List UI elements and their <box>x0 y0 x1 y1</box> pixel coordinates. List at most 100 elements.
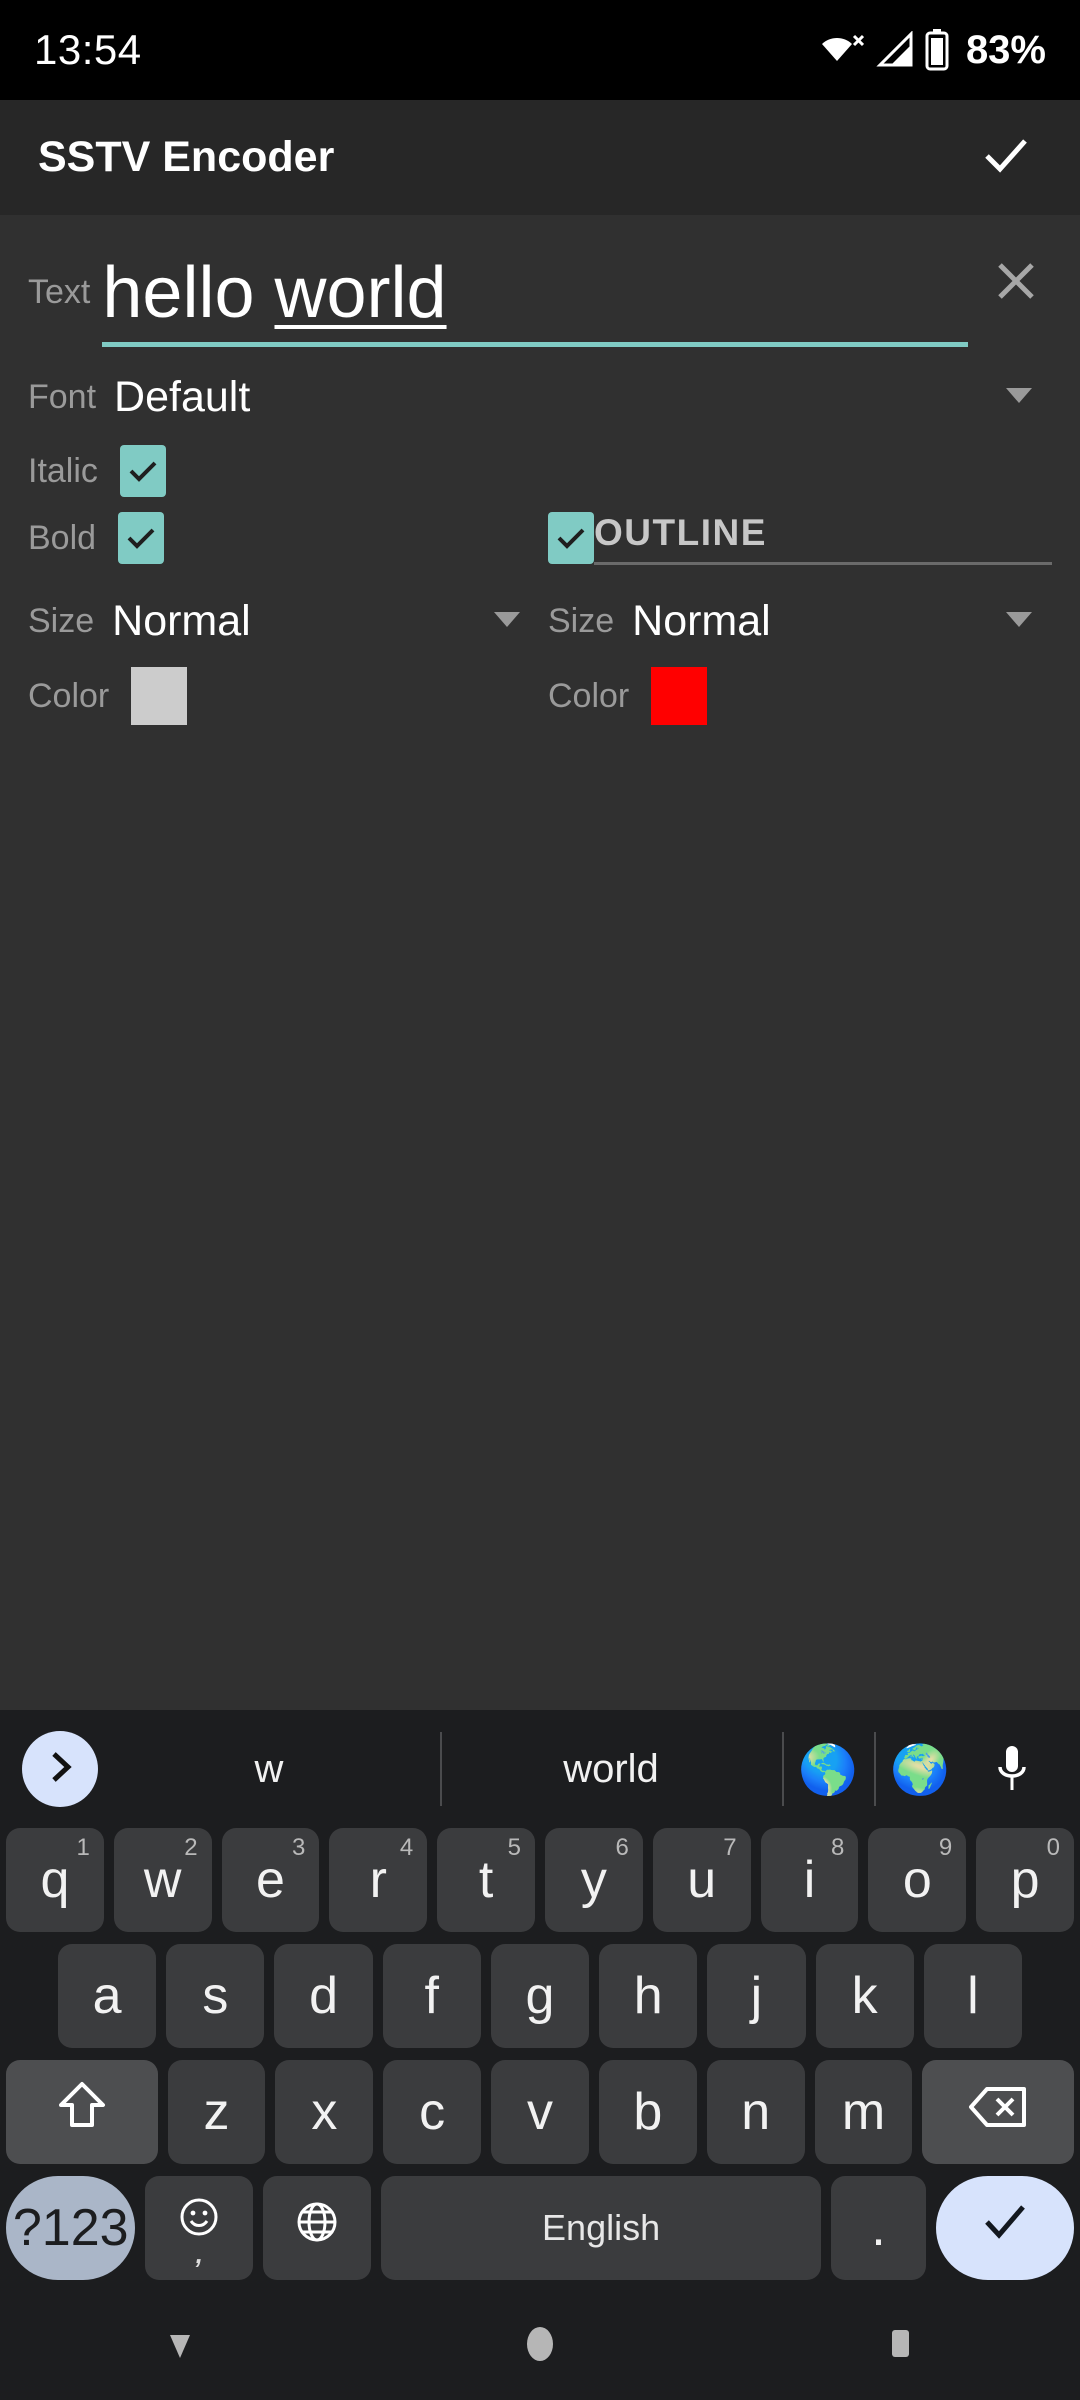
chevron-down-icon <box>1004 609 1034 634</box>
status-icons: 83% <box>818 28 1046 73</box>
key-m[interactable]: m <box>814 2060 913 2164</box>
key-p[interactable]: 0p <box>976 1828 1074 1932</box>
key-x[interactable]: x <box>275 2060 374 2164</box>
size-row: Size Normal Size Normal <box>28 575 1052 649</box>
clear-text-button[interactable] <box>980 247 1052 319</box>
system-nav-bar <box>0 2292 1080 2400</box>
phone-screen: 13:54 83% SSTV Encoder Text hello world … <box>0 0 1080 2400</box>
square-icon <box>878 2322 922 2371</box>
key-label: t <box>478 1851 494 1909</box>
key-b[interactable]: b <box>598 2060 697 2164</box>
key-d[interactable]: d <box>274 1944 373 2048</box>
italic-label: Italic <box>28 452 98 490</box>
key-k[interactable]: k <box>815 1944 914 2048</box>
outline-color-label: Color <box>548 677 630 715</box>
on-screen-keyboard: w world 🌎 🌍 1q 2w 3e 4r 5t 6 y 7 u 8 i 9… <box>0 1710 1080 2292</box>
numeric-mode-key[interactable]: ?123 <box>6 2176 136 2280</box>
key-q[interactable]: 1q <box>6 1828 104 1932</box>
key-g[interactable]: g <box>490 1944 590 2048</box>
comma-sub-label: , <box>195 2239 203 2269</box>
enter-key[interactable] <box>935 2176 1074 2280</box>
text-input-plain: hello <box>102 256 275 334</box>
outline-title: OUTLINE <box>594 512 1052 565</box>
text-color-swatch[interactable] <box>131 667 188 725</box>
key-alt-label: 0 <box>1046 1834 1060 1861</box>
bold-label: Bold <box>28 519 97 557</box>
globe-americas-emoji[interactable]: 🌎 <box>782 1710 874 1828</box>
text-size-cell: Size Normal <box>28 597 540 646</box>
confirm-button[interactable] <box>970 122 1042 194</box>
key-s[interactable]: s <box>166 1944 265 2048</box>
backspace-key[interactable] <box>922 2060 1075 2164</box>
key-n[interactable]: n <box>706 2060 805 2164</box>
period-key[interactable]: . <box>831 2176 926 2280</box>
key-f[interactable]: f <box>382 1944 481 2048</box>
outline-checkbox[interactable] <box>548 512 594 564</box>
page-title: SSTV Encoder <box>38 133 335 181</box>
keyboard-row-2: a s d f g h j k l <box>0 1944 1080 2048</box>
text-input[interactable]: hello world <box>102 256 968 353</box>
key-y[interactable]: 6y <box>545 1828 643 1932</box>
outline-color-swatch[interactable] <box>651 667 708 725</box>
nav-home-button[interactable] <box>470 2292 610 2400</box>
nav-recents-button[interactable] <box>830 2292 970 2400</box>
close-icon <box>992 257 1040 310</box>
bold-row: Bold OUTLINE <box>28 501 1052 575</box>
shift-icon <box>57 2079 107 2146</box>
key-alt-label: 1 <box>76 1834 90 1861</box>
font-row: Font Default <box>28 353 1052 427</box>
language-switch-key[interactable] <box>263 2176 372 2280</box>
key-h[interactable]: h <box>599 1944 698 2048</box>
text-color-cell: Color <box>28 667 540 725</box>
backspace-icon <box>968 2082 1028 2142</box>
text-size-value: Normal <box>112 596 251 645</box>
suggestion-bar-icons: 🌎 🌍 <box>782 1710 1058 1828</box>
key-c[interactable]: c <box>383 2060 482 2164</box>
key-t[interactable]: 5t <box>437 1828 535 1932</box>
key-v[interactable]: v <box>491 2060 589 2164</box>
key-e[interactable]: 3e <box>221 1828 320 1932</box>
nav-back-button[interactable] <box>110 2292 250 2400</box>
key-w[interactable]: 2w <box>113 1828 212 1932</box>
suggestion-list: w world <box>98 1710 782 1828</box>
bold-checkbox[interactable] <box>118 512 165 564</box>
text-color-label: Color <box>28 677 110 715</box>
outline-size-cell: Size Normal <box>540 597 1052 646</box>
key-j[interactable]: j <box>707 1944 806 2048</box>
outline-title-wrap: OUTLINE <box>594 512 1052 565</box>
key-label: w <box>143 1851 182 1909</box>
key-alt-label: 3 <box>292 1834 306 1861</box>
text-size-spinner[interactable]: Normal <box>94 597 540 646</box>
triangle-down-icon <box>158 2322 202 2371</box>
key-label: o <box>902 1851 932 1909</box>
emoji-key[interactable]: , <box>145 2176 254 2280</box>
key-alt-label: 8 <box>831 1834 845 1861</box>
key-l[interactable]: l <box>923 1944 1022 2048</box>
italic-checkbox[interactable] <box>119 445 166 497</box>
outline-size-label: Size <box>548 602 615 640</box>
microphone-icon[interactable] <box>966 1710 1058 1828</box>
shift-key[interactable] <box>5 2060 158 2164</box>
key-o[interactable]: 9o <box>868 1828 967 1932</box>
globe-africa-emoji[interactable]: 🌍 <box>874 1710 966 1828</box>
key-u[interactable]: 7u <box>652 1828 751 1932</box>
suggestion-chip[interactable]: world <box>440 1710 782 1828</box>
key-i[interactable]: 8i <box>760 1828 859 1932</box>
bold-cell: Bold <box>28 512 540 564</box>
globe-icon <box>294 2198 340 2258</box>
suggestion-chip[interactable]: w <box>98 1710 440 1828</box>
cellular-signal-icon <box>875 31 913 69</box>
key-label: q <box>40 1851 70 1909</box>
text-size-label: Size <box>28 602 95 640</box>
expand-suggestions-button[interactable] <box>22 1731 98 1807</box>
space-key[interactable]: English <box>381 2176 822 2280</box>
italic-row: Italic <box>28 427 1052 501</box>
app-bar-actions <box>970 122 1042 194</box>
key-z[interactable]: z <box>167 2060 266 2164</box>
key-a[interactable]: a <box>58 1944 157 2048</box>
outline-size-spinner[interactable]: Normal <box>614 597 1052 646</box>
key-r[interactable]: 4r <box>329 1828 428 1932</box>
key-label: i <box>803 1851 816 1909</box>
key-alt-label: 9 <box>938 1834 953 1861</box>
font-spinner[interactable]: Default <box>96 373 1052 422</box>
